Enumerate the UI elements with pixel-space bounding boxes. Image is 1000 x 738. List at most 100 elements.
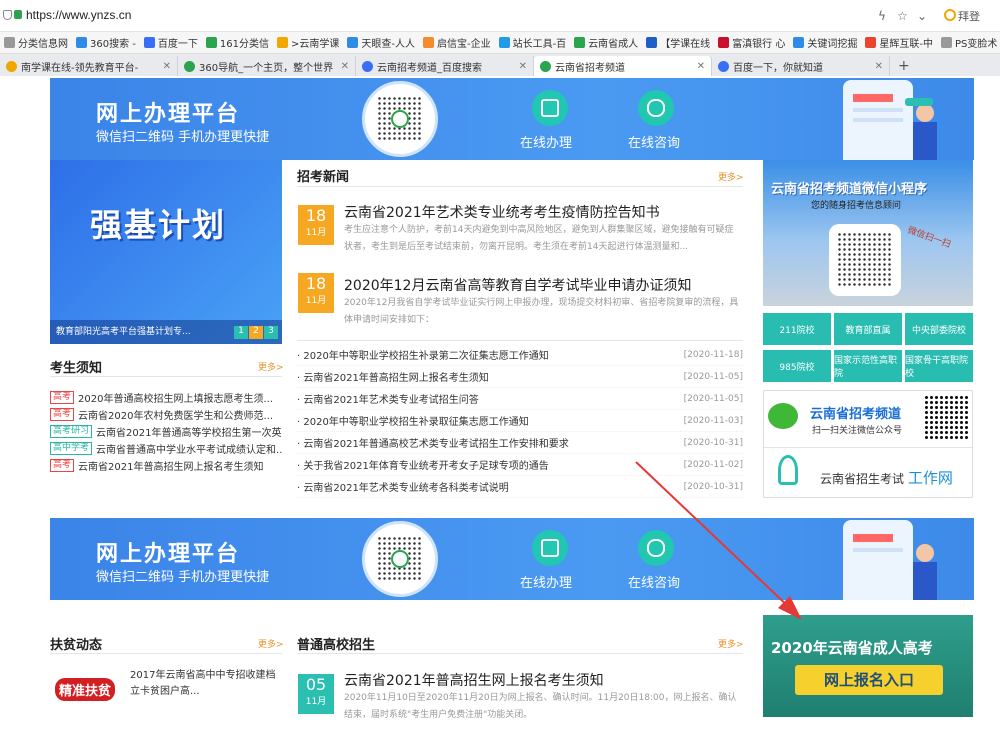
qr-code-icon: [362, 81, 438, 157]
bookmark-item[interactable]: 【学课在线: [646, 35, 710, 50]
document-icon[interactable]: [532, 90, 568, 126]
bookmark-icon: [422, 37, 434, 48]
poverty-image[interactable]: 精准扶贫: [52, 666, 118, 712]
adult-exam-banner[interactable]: 2020年云南省成人高考 网上报名入口: [763, 615, 973, 717]
adult-exam-register-button[interactable]: 网上报名入口: [795, 665, 943, 695]
pager-2[interactable]: 2: [249, 326, 263, 339]
lightning-icon[interactable]: ϟ: [878, 9, 886, 23]
bookmark-icon: [718, 37, 730, 48]
chat-icon[interactable]: [638, 90, 674, 126]
user-icon[interactable]: [944, 9, 956, 21]
bookmark-label: 富滇银行 心: [732, 39, 786, 50]
featured-news-title[interactable]: 云南省2021年艺术类专业统考考生疫情防控告知书: [344, 202, 660, 222]
banner-subtitle: 微信扫二维码 手机办理更快捷: [96, 130, 270, 145]
notice-list: 高考 2020年普通高校招生网上填报志愿考生须... 高考 云南省2020年农村免费医…: [50, 389, 282, 501]
star-icon[interactable]: ☆: [897, 9, 908, 23]
notice-item[interactable]: 高考 2020年普通高校招生网上填报志愿考生须...: [50, 389, 282, 406]
notice-more-link[interactable]: 更多>: [258, 360, 284, 373]
online-platform-banner[interactable]: 网上办理平台 微信扫二维码 手机办理更快捷 在线办理 在线咨询: [50, 78, 974, 160]
college-link[interactable]: 985院校: [763, 350, 831, 382]
close-icon[interactable]: ✕: [519, 61, 527, 72]
general-more-link[interactable]: 更多>: [718, 637, 744, 650]
news-more-link[interactable]: 更多>: [718, 170, 744, 183]
news-list-item[interactable]: · 云南省2021年普高招生网上报名考生须知 [2020-11-05]: [297, 366, 743, 388]
poverty-more-link[interactable]: 更多>: [258, 637, 284, 650]
bookmark-item[interactable]: 富滇银行 心: [718, 35, 785, 50]
promo-caption[interactable]: 教育部阳光高考平台强基计划专...: [56, 324, 191, 337]
user-name[interactable]: 拜登: [958, 8, 980, 24]
browser-tab[interactable]: 360导航_一个主页，整个世界 ✕: [178, 56, 356, 76]
shield-icon[interactable]: [3, 10, 12, 20]
college-link[interactable]: 国家骨干高职院校: [905, 350, 973, 382]
bookmark-icon: [4, 37, 15, 48]
bookmark-item[interactable]: >云南学课: [276, 35, 339, 50]
address-bar: https://www.ynzs.cn ϟ ☆ ⌄ 拜登: [0, 0, 1000, 32]
tab-label: 云南招考频道_百度搜索: [377, 62, 482, 74]
notice-item[interactable]: 高考研习 云南省2021年普通高等学校招生第一次英...: [50, 423, 282, 440]
promo-banner[interactable]: 强基计划 教育部阳光高考平台强基计划专... 1 2 3: [50, 160, 282, 344]
mini-program-title: 云南省招考频道微信小程序: [771, 182, 928, 197]
notice-tag: 高中学考: [50, 442, 93, 455]
notice-item[interactable]: 高考 云南省2020年农村免费医学生和公费师范...: [50, 406, 282, 423]
online-handle-label[interactable]: 在线办理: [520, 572, 572, 591]
poverty-item[interactable]: 2017年云南省高中中专招收建档立卡贫困户高...: [130, 668, 280, 700]
adult-exam-title: 2020年云南省成人高考: [771, 639, 933, 657]
bookmark-item[interactable]: 天眼查-人人: [347, 35, 415, 50]
online-handle-label[interactable]: 在线办理: [520, 132, 572, 151]
bookmark-item[interactable]: PS变脸术: [940, 35, 997, 50]
general-news-title[interactable]: 云南省2021年普高招生网上报名考生须知: [344, 670, 604, 690]
browser-tab[interactable]: 百度一下，你就知道 ✕: [712, 56, 890, 76]
close-icon[interactable]: ✕: [341, 61, 349, 72]
online-consult-label[interactable]: 在线咨询: [628, 132, 680, 151]
news-list-item[interactable]: · 云南省2021年艺术类专业考试招生问答 [2020-11-05]: [297, 388, 743, 410]
bookmark-item[interactable]: 百度一下: [143, 35, 198, 50]
college-link[interactable]: 211院校: [763, 313, 831, 345]
news-heading: 招考新闻: [297, 170, 350, 185]
mini-program-card[interactable]: 云南省招考频道微信小程序 您的随身招考信息顾问 微信扫一扫: [763, 160, 973, 306]
tab-label: 百度一下，你就知道: [733, 62, 823, 74]
wechat-subtitle: 扫一扫关注微信公众号: [812, 426, 903, 436]
online-platform-banner-2[interactable]: 网上办理平台 微信扫二维码 手机办理更快捷 在线办理 在线咨询: [50, 518, 974, 600]
url-field[interactable]: https://www.ynzs.cn: [26, 8, 131, 22]
news-list-item[interactable]: · 2020年中等职业学校招生补录第二次征集志愿工作通知 [2020-11-18]: [297, 344, 743, 366]
college-link[interactable]: 国家示范性高职院: [834, 350, 902, 382]
bookmark-item[interactable]: 站长工具-百: [498, 35, 566, 50]
document-icon[interactable]: [532, 530, 568, 566]
tab-label: 南学课在线-领先教育平台-: [21, 62, 139, 74]
tab-favicon-icon: [540, 60, 551, 72]
bookmark-item[interactable]: 云南省成人: [574, 35, 638, 50]
news-list-item[interactable]: · 2020年中等职业学校招生补录取征集志愿工作通知 [2020-11-03]: [297, 410, 743, 432]
bookmark-item[interactable]: 关键词挖掘: [793, 35, 857, 50]
pager-3[interactable]: 3: [264, 326, 278, 339]
bookmark-icon: [76, 37, 87, 48]
pager-1[interactable]: 1: [234, 326, 248, 339]
exam-net-label[interactable]: 云南省招生考试 工作网: [820, 467, 953, 488]
news-list-date: [2020-11-03]: [683, 415, 743, 426]
browser-tab[interactable]: 南学课在线-领先教育平台- ✕: [0, 56, 178, 76]
bookmark-item[interactable]: 星辉互联-中: [865, 35, 933, 50]
notice-tag: 高考: [50, 391, 75, 404]
close-icon[interactable]: ✕: [163, 61, 171, 72]
notice-item[interactable]: 高中学考 云南省普通高中学业水平考试成绩认定和...: [50, 440, 282, 457]
news-list-date: [2020-11-18]: [683, 349, 743, 360]
new-tab-button[interactable]: +: [890, 56, 918, 76]
close-icon[interactable]: ✕: [697, 61, 705, 72]
bookmark-label: 【学课在线: [660, 39, 711, 50]
browser-tab[interactable]: 云南省招考频道 ✕: [534, 56, 712, 76]
bookmark-label: 星辉互联-中: [879, 39, 933, 50]
poverty-image-label: 精准扶贫: [54, 677, 115, 701]
notice-item[interactable]: 高考 云南省2021年普高招生网上报名考生须知: [50, 457, 282, 474]
bookmark-item[interactable]: 分类信息网: [4, 35, 68, 50]
bookmark-item[interactable]: 161分类信: [205, 35, 269, 50]
bookmark-item[interactable]: 360搜索 -: [76, 35, 136, 50]
bookmark-item[interactable]: 启信宝-企业: [422, 35, 491, 50]
browser-tab[interactable]: 云南招考频道_百度搜索 ✕: [356, 56, 534, 76]
tab-favicon-icon: [362, 60, 373, 72]
close-icon[interactable]: ✕: [875, 61, 883, 72]
featured-news-title[interactable]: 2020年12月云南省高等教育自学考试毕业申请办证须知: [344, 275, 691, 295]
college-link[interactable]: 中央部委院校: [905, 313, 973, 345]
chevron-down-icon[interactable]: ⌄: [917, 9, 927, 23]
general-heading: 普通高校招生: [297, 638, 376, 653]
college-link[interactable]: 教育部直属: [834, 313, 902, 345]
bookmark-label: 关键词挖掘: [807, 39, 858, 50]
